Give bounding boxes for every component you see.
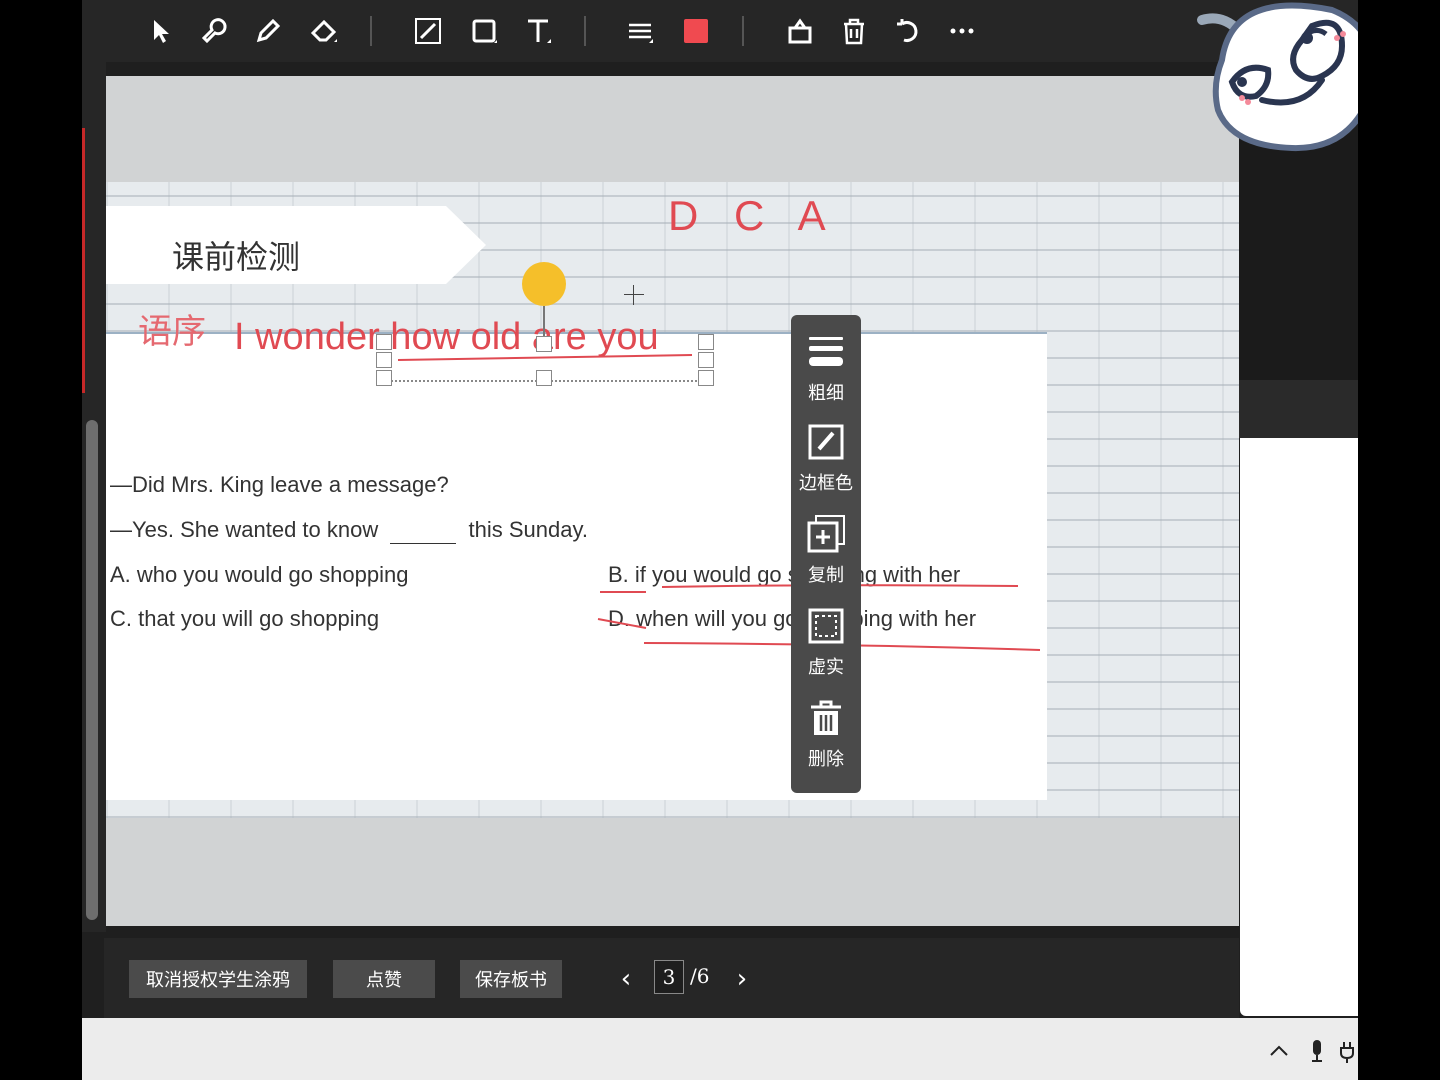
resize-handle-bottom[interactable] xyxy=(536,370,552,386)
resize-handle-middle-right[interactable] xyxy=(698,352,714,368)
page-number-input[interactable] xyxy=(654,960,684,994)
revoke-student-doodle-button[interactable]: 取消授权学生涂鸦 xyxy=(129,960,307,998)
microphone-icon[interactable] xyxy=(1304,1038,1330,1064)
stroke-context-panel: 粗细 边框色 复制 虚实 删除 xyxy=(791,315,861,793)
toolbar-divider xyxy=(742,16,744,46)
question-line-2-prefix: —Yes. She wanted to know xyxy=(110,517,379,542)
resize-handle-bottom-left[interactable] xyxy=(376,370,392,386)
right-side-divider xyxy=(1239,380,1358,438)
toolbar-divider xyxy=(370,16,372,46)
resize-handle-top-right[interactable] xyxy=(698,334,714,350)
pen-tool-button[interactable] xyxy=(248,12,288,50)
line-weight-option[interactable]: 粗细 xyxy=(791,323,861,409)
line-icon xyxy=(415,18,441,44)
copy-label: 复制 xyxy=(808,565,844,586)
answer-blank xyxy=(390,517,457,544)
border-color-label: 边框色 xyxy=(799,473,853,494)
undo-icon xyxy=(897,19,918,42)
text-tool-button[interactable] xyxy=(518,12,558,50)
toolbar-divider xyxy=(584,16,586,46)
border-color-option[interactable]: 边框色 xyxy=(791,413,861,499)
rectangle-tool-button[interactable] xyxy=(464,12,504,50)
crosshair-cursor xyxy=(624,285,644,305)
eraser-tool-button[interactable] xyxy=(304,12,344,50)
section-title: 课前检测 xyxy=(172,238,301,276)
select-tool-button[interactable] xyxy=(140,12,180,50)
more-options-button[interactable] xyxy=(942,12,982,50)
option-c: C. that you will go shopping xyxy=(110,606,380,631)
undo-button[interactable] xyxy=(888,12,928,50)
dashed-solid-icon xyxy=(808,608,844,644)
eraser-icon xyxy=(310,19,337,42)
laser-pointer-icon xyxy=(201,18,227,44)
handwritten-answers: D C A xyxy=(668,192,838,239)
question-line-2: —Yes. She wanted to know this Sunday. xyxy=(110,517,588,544)
slide: 课前检测 D C A —Did Mrs. King leave a messag… xyxy=(106,182,1239,818)
border-color-icon xyxy=(808,424,844,460)
vertical-scrollbar[interactable] xyxy=(86,420,100,920)
mascot-sticker xyxy=(1197,2,1358,152)
text-icon xyxy=(528,19,551,43)
bottom-bar: 取消授权学生涂鸦 点赞 保存板书 ‹ /6 › xyxy=(104,938,1239,1018)
rotate-handle[interactable] xyxy=(522,262,566,306)
line-weight-icon xyxy=(629,23,653,43)
drawing-toolbar xyxy=(82,0,1358,62)
left-accent-bar xyxy=(82,128,85,393)
chevron-left-icon[interactable]: ‹ xyxy=(614,964,638,994)
rectangle-icon xyxy=(472,19,497,43)
line-weight-icon xyxy=(809,337,843,366)
option-b: B. if you would go shopping with her xyxy=(608,562,961,587)
delete-option[interactable]: 删除 xyxy=(791,689,861,775)
clear-board-button[interactable] xyxy=(780,12,820,50)
laser-pointer-button[interactable] xyxy=(194,12,234,50)
save-board-button[interactable]: 保存板书 xyxy=(460,960,562,998)
resize-handle-middle-left[interactable] xyxy=(376,352,392,368)
handwritten-note-word-order: 语序 xyxy=(138,312,206,352)
ellipsis-icon xyxy=(950,28,974,34)
question-line-1: —Did Mrs. King leave a message? xyxy=(110,472,449,497)
power-plug-icon[interactable] xyxy=(1338,1038,1358,1064)
line-weight-label: 粗细 xyxy=(808,383,844,404)
like-button[interactable]: 点赞 xyxy=(333,960,435,998)
bag-icon xyxy=(788,18,812,44)
page-total: /6 xyxy=(690,964,710,988)
pen-icon xyxy=(256,18,281,43)
scrollbar-thumb[interactable] xyxy=(86,420,98,920)
resize-handle-top-left[interactable] xyxy=(376,334,392,350)
copy-option[interactable]: 复制 xyxy=(791,505,861,591)
copy-icon xyxy=(807,515,845,553)
system-taskbar xyxy=(82,1018,1358,1080)
cursor-arrow-icon xyxy=(154,20,169,43)
trash-icon xyxy=(844,18,864,45)
chevron-up-icon[interactable] xyxy=(1266,1038,1292,1064)
option-a: A. who you would go shopping xyxy=(110,562,409,587)
color-picker-button[interactable] xyxy=(676,12,716,50)
color-swatch-icon xyxy=(684,19,708,43)
chevron-right-icon[interactable]: › xyxy=(730,964,754,994)
delete-button[interactable] xyxy=(834,12,874,50)
resize-handle-top[interactable] xyxy=(536,336,552,352)
dashed-solid-label: 虚实 xyxy=(808,657,844,678)
line-tool-button[interactable] xyxy=(408,12,448,50)
delete-label: 删除 xyxy=(808,749,844,770)
right-blank-panel xyxy=(1240,438,1358,1016)
whiteboard-canvas[interactable]: 课前检测 D C A —Did Mrs. King leave a messag… xyxy=(106,76,1239,926)
line-weight-button[interactable] xyxy=(620,12,660,50)
whiteboard-app: 课前检测 D C A —Did Mrs. King leave a messag… xyxy=(82,0,1358,1080)
resize-handle-bottom-right[interactable] xyxy=(698,370,714,386)
dashed-solid-option[interactable]: 虚实 xyxy=(791,597,861,683)
trash-icon xyxy=(811,700,841,735)
question-line-2-suffix: this Sunday. xyxy=(468,517,588,542)
